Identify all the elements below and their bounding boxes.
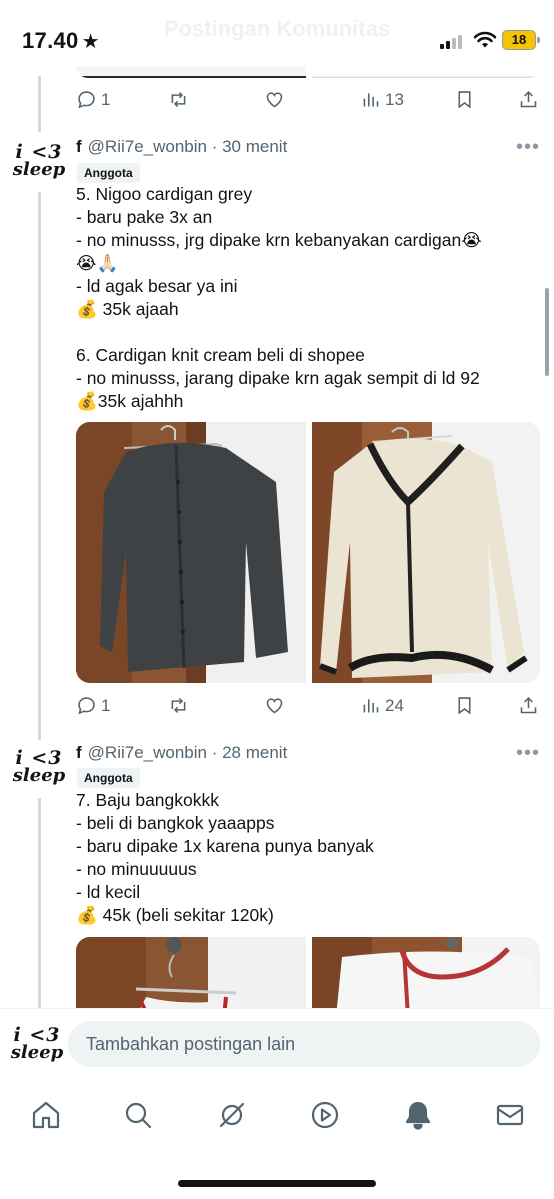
status-bar: Postingan Komunitas 17.40 ★ 18 bbox=[0, 0, 554, 76]
handle-and-time[interactable]: @Rii7e_wonbin · 28 menit bbox=[88, 743, 288, 762]
bookmark-button[interactable] bbox=[454, 89, 475, 110]
repost-button[interactable] bbox=[168, 695, 189, 716]
member-badge: Anggota bbox=[77, 768, 140, 788]
cellular-signal-icon bbox=[440, 33, 466, 49]
reply-button[interactable]: 1 bbox=[76, 89, 110, 110]
like-button[interactable] bbox=[264, 695, 285, 716]
compose-bar: i <3 sleep Tambahkan postingan lain bbox=[0, 1008, 554, 1078]
views-button[interactable]: 13 bbox=[360, 89, 404, 110]
post-images bbox=[76, 937, 540, 1008]
play-icon bbox=[311, 1101, 339, 1129]
tab-notifications[interactable] bbox=[395, 1092, 441, 1138]
share-icon bbox=[520, 90, 537, 108]
post[interactable]: i <3 sleep f @Rii7e_wonbin · 28 menit •••… bbox=[0, 736, 554, 1008]
wifi-icon bbox=[473, 31, 497, 48]
grok-icon bbox=[219, 1102, 245, 1128]
post-images bbox=[76, 422, 540, 683]
post-meta: f @Rii7e_wonbin · 30 menit bbox=[76, 137, 287, 157]
avatar[interactable]: i <3 sleep bbox=[12, 740, 66, 794]
tab-video[interactable] bbox=[302, 1092, 348, 1138]
reply-button[interactable]: 1 bbox=[76, 695, 110, 716]
like-button[interactable] bbox=[264, 89, 285, 110]
share-button[interactable] bbox=[518, 89, 539, 110]
photo-grey-cardigan[interactable] bbox=[76, 422, 306, 683]
status-time: 17.40 ★ bbox=[22, 28, 100, 53]
star-icon: ★ bbox=[81, 31, 100, 53]
post-text: 5. Nigoo cardigan grey - baru pake 3x an… bbox=[76, 184, 482, 411]
mail-icon bbox=[496, 1104, 524, 1126]
display-name[interactable]: f bbox=[76, 743, 82, 762]
repost-icon bbox=[171, 697, 186, 714]
avatar[interactable]: i <3 sleep bbox=[12, 134, 66, 188]
bell-icon bbox=[405, 1101, 431, 1130]
tab-grok[interactable] bbox=[209, 1092, 255, 1138]
add-post-input[interactable]: Tambahkan postingan lain bbox=[68, 1021, 540, 1067]
repost-icon bbox=[171, 91, 186, 108]
search-icon bbox=[125, 1102, 152, 1129]
action-row: 1 24 bbox=[76, 695, 540, 719]
share-icon bbox=[520, 696, 537, 714]
more-options-icon[interactable]: ••• bbox=[516, 742, 540, 765]
avatar[interactable]: i <3 sleep bbox=[10, 1017, 64, 1071]
member-badge: Anggota bbox=[77, 163, 140, 183]
post-text: 7. Baju bangkokkk - beli di bangkok yaaa… bbox=[76, 790, 374, 925]
scrollbar[interactable] bbox=[545, 288, 549, 376]
heart-icon bbox=[266, 698, 283, 714]
reply-icon bbox=[78, 91, 95, 109]
bookmark-icon bbox=[458, 91, 471, 109]
repost-button[interactable] bbox=[168, 89, 189, 110]
photo-shirt-left[interactable] bbox=[76, 937, 306, 1008]
battery-indicator: 18 bbox=[502, 30, 540, 50]
share-button[interactable] bbox=[518, 695, 539, 716]
display-name[interactable]: f bbox=[76, 137, 82, 156]
tab-search[interactable] bbox=[115, 1092, 161, 1138]
views-icon bbox=[363, 93, 379, 107]
home-icon bbox=[32, 1101, 60, 1129]
thread-line bbox=[38, 192, 41, 740]
tab-messages[interactable] bbox=[487, 1092, 533, 1138]
post[interactable]: i <3 sleep f @Rii7e_wonbin · 30 menit •••… bbox=[0, 130, 554, 740]
views-button[interactable]: 24 bbox=[360, 695, 404, 716]
more-options-icon[interactable]: ••• bbox=[516, 136, 540, 159]
views-icon bbox=[363, 699, 379, 713]
photo-shirt-right[interactable] bbox=[312, 937, 540, 1008]
bookmark-icon bbox=[458, 697, 471, 715]
tab-home[interactable] bbox=[23, 1092, 69, 1138]
bookmark-button[interactable] bbox=[454, 695, 475, 716]
handle-and-time[interactable]: @Rii7e_wonbin · 30 menit bbox=[88, 137, 288, 156]
home-indicator[interactable] bbox=[178, 1180, 376, 1187]
reply-icon bbox=[78, 697, 95, 715]
post-meta: f @Rii7e_wonbin · 28 menit bbox=[76, 743, 287, 763]
action-row-previous: 1 13 bbox=[76, 89, 540, 113]
heart-icon bbox=[266, 92, 283, 108]
thread-line bbox=[38, 798, 41, 1008]
photo-cream-cardigan[interactable] bbox=[312, 422, 540, 683]
